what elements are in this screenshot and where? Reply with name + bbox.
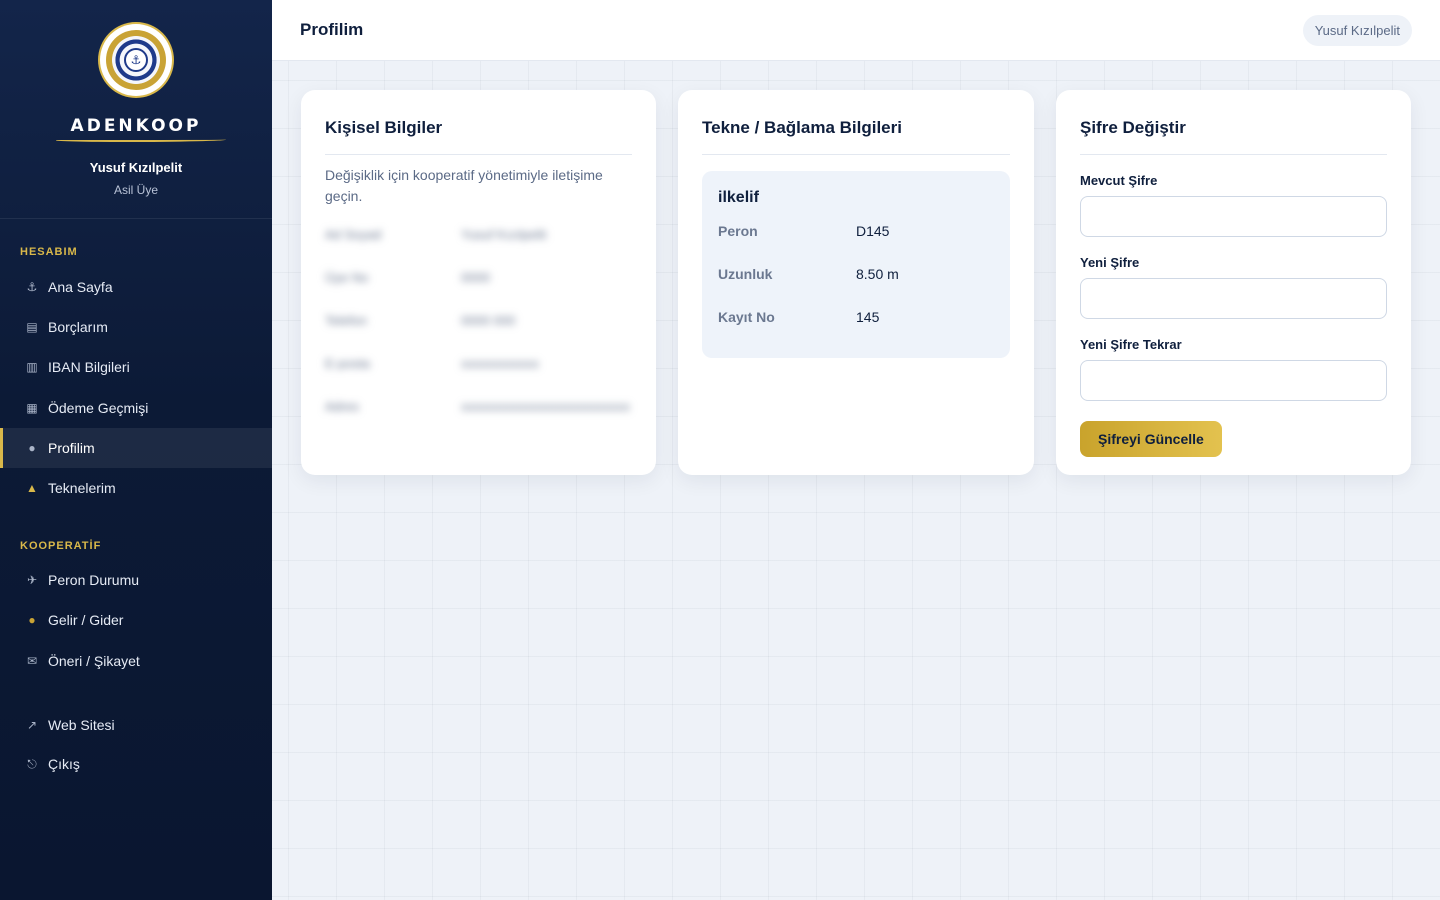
info-value: xxxxxxxxxxxxxxxxxxxxxxxxxx: [461, 399, 630, 414]
sidebar-item-profile[interactable]: ● Profilim: [0, 428, 272, 468]
personal-info-hint: Değişiklik için kooperatif yönetimiyle i…: [325, 167, 603, 204]
money-bag-icon: ●: [28, 613, 36, 627]
info-row: Telefon 0000 000: [325, 299, 632, 342]
info-value: 0000 000: [461, 313, 516, 328]
brand-underline: [56, 138, 226, 142]
personal-info-title: Kişisel Bilgiler: [325, 118, 632, 155]
boat-info-card: Tekne / Bağlama Bilgileri ilkelif Peron …: [678, 90, 1034, 475]
sidebar-item-logout[interactable]: ⎋ Çıkış: [0, 744, 272, 784]
main-content: Kişisel Bilgiler Değişiklik için koopera…: [272, 61, 1440, 900]
boat-detail-list: Peron D145 Uzunluk 8.50 m Kayıt No 145: [718, 209, 994, 338]
boat-detail-row: Kayıt No 145: [718, 295, 994, 338]
sidebar-item-label: Gelir / Gider: [48, 612, 124, 628]
boat-info-title: Tekne / Bağlama Bilgileri: [702, 118, 1010, 155]
sidebar-item-label: Borçlarım: [48, 319, 108, 335]
boat-detail-label: Kayıt No: [718, 308, 775, 325]
sidebar-item-label: Çıkış: [48, 756, 80, 772]
sidebar-user-role: Asil Üye: [113, 183, 158, 197]
cooperative-logo: ⚓: [100, 24, 172, 96]
boat-detail-label: Uzunluk: [718, 265, 773, 282]
brand-name: ADENKOOP: [70, 116, 202, 136]
sidebar-item-label: Ödeme Geçmişi: [48, 400, 149, 416]
info-value: xxxxxxxxxxxx: [461, 356, 539, 371]
bank-icon: ▥: [26, 360, 38, 374]
current-password-label: Mevcut Şifre: [1080, 173, 1158, 188]
page-title: Profilim: [300, 20, 364, 39]
boat-detail-value: 8.50 m: [856, 265, 899, 282]
info-value: Yusuf Kızılpelit: [461, 227, 547, 242]
sidebar-item-label: Peron Durumu: [48, 572, 140, 588]
new-password-label: Yeni Şifre: [1080, 255, 1140, 270]
sidebar-item-boats[interactable]: ▲ Teknelerim: [0, 468, 272, 508]
boat-name: ilkelif: [718, 189, 759, 206]
sidebar-item-debts[interactable]: ▤ Borçlarım: [0, 307, 272, 347]
sidebar-item-label: Web Sitesi: [48, 717, 115, 733]
brand-block: ⚓ ADENKOOP Yusuf Kızılpelit Asil Üye: [0, 0, 272, 219]
password-card-title: Şifre Değiştir: [1080, 118, 1387, 155]
info-row: E-posta xxxxxxxxxxxx: [325, 342, 632, 385]
sidebar-item-iban[interactable]: ▥ IBAN Bilgileri: [0, 347, 272, 387]
sidebar-user-name: Yusuf Kızılpelit: [89, 160, 183, 175]
boat-detail-box: ilkelif Peron D145 Uzunluk 8.50 m Kayıt …: [702, 171, 1010, 358]
sidebar-item-label: Teknelerim: [48, 480, 116, 496]
boat-detail-value: D145: [856, 222, 890, 239]
repeat-password-field[interactable]: [1080, 360, 1387, 401]
sidebar: ⚓ ADENKOOP Yusuf Kızılpelit Asil Üye HES…: [0, 0, 272, 900]
sidebar-item-payment-history[interactable]: ▦ Ödeme Geçmişi: [0, 388, 272, 428]
topbar: Profilim Yusuf Kızılpelit: [272, 0, 1440, 61]
map-icon: ✈: [26, 573, 38, 587]
nav-section-account: HESABIM: [20, 246, 78, 258]
info-label: E-posta: [325, 356, 370, 371]
current-password-field[interactable]: [1080, 196, 1387, 237]
receipt-icon: ▦: [26, 401, 38, 415]
repeat-password-label: Yeni Şifre Tekrar: [1080, 337, 1182, 352]
sidebar-item-label: Profilim: [48, 440, 95, 456]
personal-info-list: Ad Soyad Yusuf Kızılpelit Üye No 0000 Te…: [325, 213, 632, 428]
info-label: Adres: [325, 399, 359, 414]
info-label: Telefon: [325, 313, 367, 328]
user-chip[interactable]: Yusuf Kızılpelit: [1302, 14, 1412, 46]
user-icon: ●: [28, 441, 36, 455]
info-value: 0000: [461, 270, 490, 285]
sidebar-item-label: Ana Sayfa: [48, 279, 113, 295]
nav-section-cooperative: KOOPERATİF: [20, 540, 102, 552]
clipboard-icon: ▤: [26, 320, 38, 334]
info-row: Ad Soyad Yusuf Kızılpelit: [325, 213, 632, 256]
boat-detail-label: Peron: [718, 222, 758, 239]
password-form: Mevcut Şifre Yeni Şifre Yeni Şifre Tekra…: [1080, 173, 1387, 457]
sidebar-item-berth-status[interactable]: ✈ Peron Durumu: [0, 560, 272, 600]
sailboat-icon: ▲: [26, 481, 38, 495]
sidebar-item-label: Öneri / Şikayet: [48, 653, 140, 669]
new-password-field[interactable]: [1080, 278, 1387, 319]
info-label: Üye No: [325, 270, 369, 285]
update-password-button[interactable]: Şifreyi Güncelle: [1080, 421, 1222, 457]
mail-icon: ✉: [26, 654, 38, 668]
sidebar-item-home[interactable]: ⚓ Ana Sayfa: [0, 267, 272, 307]
logo-seal: ⚓: [106, 30, 166, 90]
external-link-icon: ↗: [26, 718, 38, 732]
sidebar-item-website[interactable]: ↗ Web Sitesi: [0, 705, 272, 745]
anchor-icon: ⚓: [26, 280, 38, 294]
info-row: Adres xxxxxxxxxxxxxxxxxxxxxxxxxx: [325, 385, 632, 428]
sidebar-item-feedback[interactable]: ✉ Öneri / Şikayet: [0, 641, 272, 681]
boat-detail-value: 145: [856, 308, 880, 325]
info-row: Üye No 0000: [325, 256, 632, 299]
sidebar-item-income-expense[interactable]: ● Gelir / Gider: [0, 600, 272, 640]
logout-icon: ⎋: [27, 756, 37, 771]
personal-info-card: Kişisel Bilgiler Değişiklik için koopera…: [301, 90, 656, 475]
boat-detail-row: Peron D145: [718, 209, 994, 252]
sidebar-item-label: IBAN Bilgileri: [48, 359, 130, 375]
password-card: Şifre Değiştir Mevcut Şifre Yeni Şifre Y…: [1056, 90, 1411, 475]
anchor-seal-icon: ⚓: [124, 48, 148, 72]
boat-detail-row: Uzunluk 8.50 m: [718, 252, 994, 295]
info-label: Ad Soyad: [325, 227, 382, 242]
